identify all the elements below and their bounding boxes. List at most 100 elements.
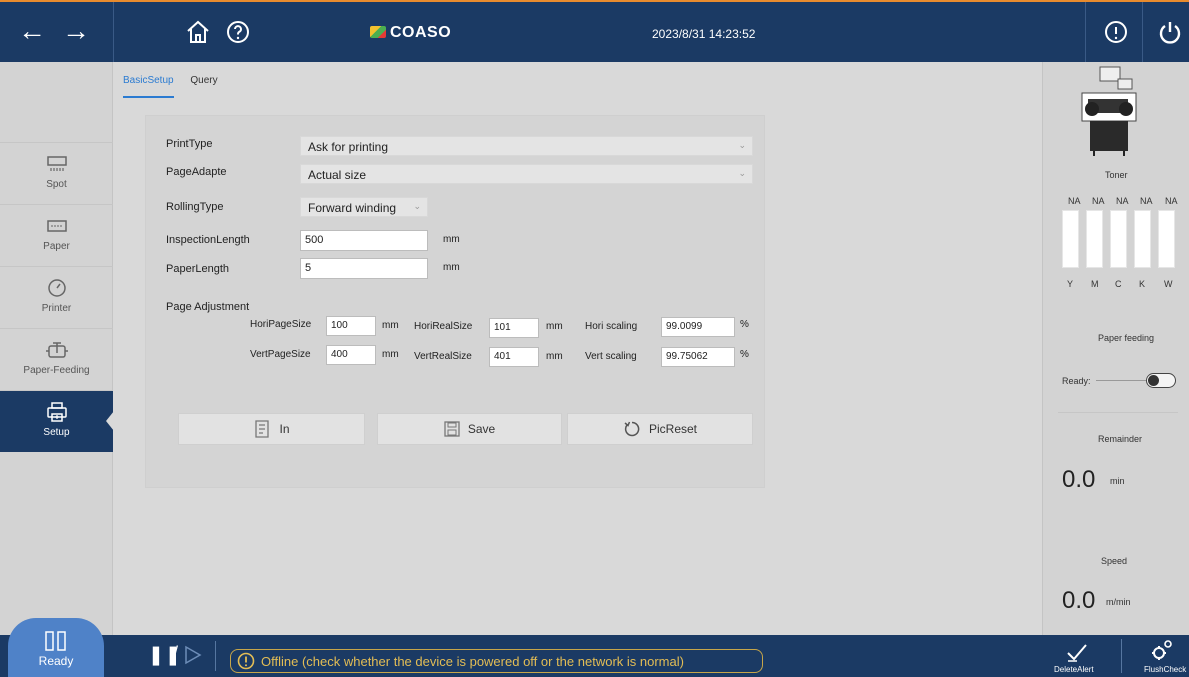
toggle-track-line (1096, 380, 1146, 381)
paper-length-unit: mm (443, 262, 460, 273)
toner-gauge-y (1062, 210, 1079, 268)
ready-status-label: Ready (38, 654, 74, 668)
toner-level-m: NA (1092, 196, 1105, 206)
rolling-type-select[interactable]: Forward winding ⌄ (300, 197, 428, 217)
page-adapte-select[interactable]: Actual size ⌄ (300, 164, 753, 184)
toner-channel-y: Y (1067, 279, 1074, 289)
page-adapte-value: Actual size (308, 168, 367, 182)
in-button-label: In (279, 422, 290, 436)
pic-reset-button-label: PicReset (648, 422, 698, 436)
vert-scaling-input[interactable]: 99.75062 (661, 347, 735, 367)
flush-check-label: FlushCheck (1144, 665, 1187, 674)
info-icon[interactable] (1102, 18, 1130, 46)
top-bar: ← → COASO 2023/8/31 14:23:52 (0, 0, 1189, 62)
speed-unit: m/min (1106, 597, 1131, 607)
hori-page-size-unit: mm (382, 320, 399, 331)
toner-level-y: NA (1068, 196, 1081, 206)
rolling-type-value: Forward winding (308, 201, 397, 215)
power-icon[interactable] (1156, 18, 1184, 46)
paper-feeding-toggle[interactable] (1146, 373, 1176, 388)
datetime: 2023/8/31 14:23:52 (652, 27, 756, 41)
ready-status-button[interactable]: Ready (8, 618, 104, 677)
offline-alert[interactable]: Offline (check whether the device is pow… (230, 649, 763, 673)
tab-query[interactable]: Query (190, 75, 217, 96)
vert-scaling-label: Vert scaling (585, 351, 637, 362)
warning-icon (237, 652, 255, 670)
toner-gauge-m (1086, 210, 1103, 268)
save-button[interactable]: Save (377, 413, 562, 445)
inspection-length-input[interactable]: 500 (300, 230, 428, 251)
toner-level-c: NA (1116, 196, 1129, 206)
vert-page-size-input[interactable]: 400 (326, 345, 376, 365)
ready-label: Ready: (1062, 376, 1091, 386)
vert-page-size-label: VertPageSize (250, 349, 311, 360)
inspection-length-unit: mm (443, 234, 460, 245)
paper-length-input[interactable]: 5 (300, 258, 428, 279)
vert-real-size-unit: mm (546, 351, 563, 362)
print-type-select[interactable]: Ask for printing ⌄ (300, 136, 753, 156)
ready-pause-icon (45, 631, 66, 651)
vert-real-size-input[interactable]: 401 (489, 347, 539, 367)
hori-page-size-label: HoriPageSize (250, 319, 312, 330)
sidebar-item-printer[interactable]: Printer (0, 266, 113, 328)
sidebar-item-label: Setup (43, 427, 70, 438)
in-button[interactable]: In (178, 413, 365, 445)
print-type-value: Ask for printing (308, 140, 389, 154)
print-type-label: PrintType (166, 138, 213, 150)
sidebar-item-paper[interactable]: Paper (0, 204, 113, 266)
toner-channel-w: W (1164, 279, 1173, 289)
paper-icon (46, 220, 67, 232)
toner-channel-m: M (1091, 279, 1099, 289)
tab-basic-setup[interactable]: BasicSetup (123, 75, 174, 98)
hori-scaling-unit: % (740, 319, 749, 330)
printer-gauge-icon (47, 279, 66, 297)
toner-level-w: NA (1165, 196, 1178, 206)
toner-gauge-c (1110, 210, 1127, 268)
offline-alert-text: Offline (check whether the device is pow… (261, 653, 684, 669)
pic-reset-button[interactable]: PicReset (567, 413, 753, 445)
toner-channel-c: C (1115, 279, 1122, 289)
brand-name: COASO (390, 24, 452, 41)
rolling-type-label: RollingType (166, 201, 224, 213)
hori-real-size-unit: mm (546, 321, 563, 332)
sidebar-item-paper-feeding[interactable]: Paper-Feeding (0, 328, 113, 390)
home-icon[interactable] (184, 18, 212, 46)
forward-icon[interactable]: → (62, 16, 90, 46)
hori-real-size-input[interactable]: 101 (489, 318, 539, 338)
sidebar-item-label: Printer (41, 303, 72, 314)
delete-alert-label: DeleteAlert (1054, 665, 1094, 674)
hori-scaling-input[interactable]: 99.0099 (661, 317, 735, 337)
save-button-label: Save (467, 422, 496, 436)
toner-channel-k: K (1139, 279, 1146, 289)
speed-value: 0.0 (1062, 587, 1096, 614)
chevron-down-icon: ⌄ (738, 168, 746, 178)
toner-title: Toner (1105, 170, 1128, 180)
sidebar-item-setup[interactable]: Setup (0, 390, 114, 452)
delete-alert-icon[interactable] (1065, 639, 1089, 663)
remainder-unit: min (1110, 476, 1125, 486)
toggle-knob (1148, 375, 1159, 386)
vert-page-size-unit: mm (382, 349, 399, 360)
paper-feeding-icon (45, 342, 68, 358)
save-icon (444, 421, 460, 437)
help-icon[interactable] (224, 18, 252, 46)
hori-real-size-label: HoriRealSize (414, 321, 473, 332)
flush-check-icon[interactable] (1150, 638, 1174, 662)
page-adapte-label: PageAdapte (166, 166, 227, 178)
sidebar-item-label: Paper (43, 241, 70, 252)
play-pause-divider: / (173, 643, 179, 663)
sidebar-item-label: Paper-Feeding (23, 365, 90, 376)
toner-level-k: NA (1140, 196, 1153, 206)
sidebar-item-label: Spot (46, 179, 67, 190)
toner-gauges (1062, 210, 1187, 270)
back-icon[interactable]: ← (18, 16, 46, 46)
paper-length-label: PaperLength (166, 263, 229, 275)
page-adjustment-title: Page Adjustment (166, 301, 250, 313)
chevron-down-icon: ⌄ (413, 201, 421, 211)
setup-icon (46, 402, 67, 422)
remainder-title: Remainder (1098, 434, 1143, 444)
play-icon[interactable] (184, 645, 202, 665)
hori-page-size-input[interactable]: 100 (326, 316, 376, 336)
vert-scaling-unit: % (740, 349, 749, 360)
sidebar-item-spot[interactable]: Spot (0, 142, 113, 204)
